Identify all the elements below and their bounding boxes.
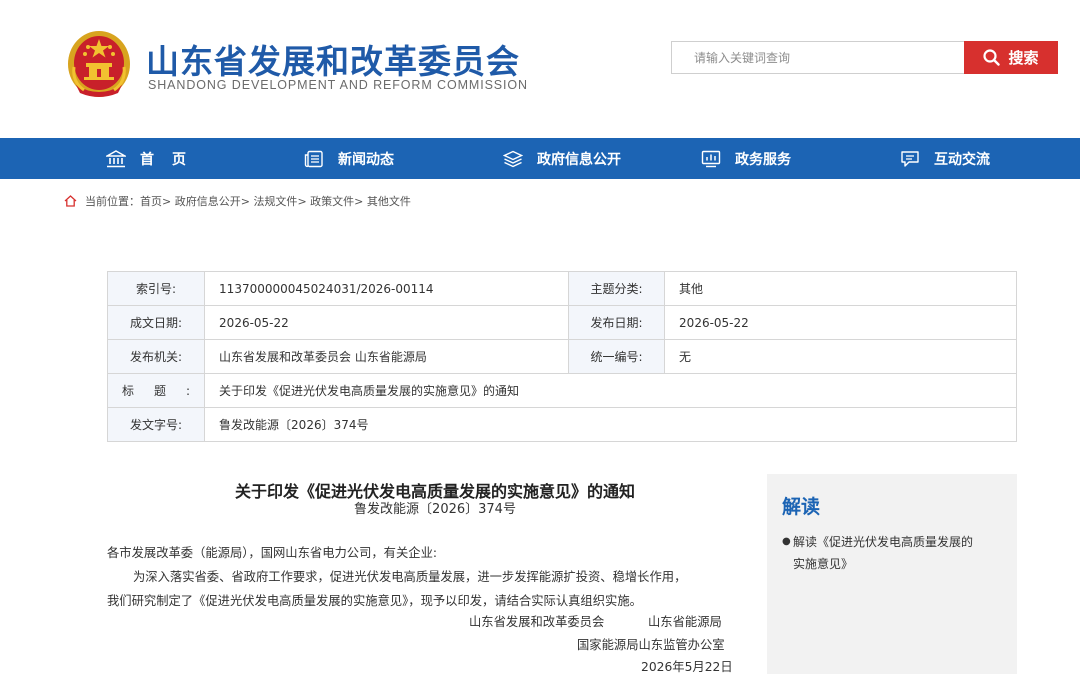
- site-subtitle: SHANDONG DEVELOPMENT AND REFORM COMMISSI…: [148, 78, 528, 92]
- sidebar-link-line2: 实施意见》: [793, 557, 854, 571]
- meta-value-title: 关于印发《促进光伏发电高质量发展的实施意见》的通知: [204, 373, 1017, 408]
- article-paragraph-line: 我们研究制定了《促进光伏发电高质量发展的实施意见》，现予以印发，请结合实际认真组…: [107, 594, 642, 608]
- nav-label-interaction: 互动交流: [934, 151, 990, 168]
- breadcrumb-prefix: 当前位置：: [85, 195, 140, 208]
- sidebar-title: 解读: [782, 496, 821, 518]
- table-row: 标题: 关于印发《促进光伏发电高质量发展的实施意见》的通知: [106, 373, 1017, 408]
- article-paragraph-line: 为深入落实省委、省政府工作要求，促进光伏发电高质量发展，进一步发挥能源扩投资、稳…: [133, 570, 687, 584]
- sidebar-link-text: 解读《促进光伏发电高质量发展的 实施意见》: [793, 531, 973, 575]
- breadcrumb-link-regulations[interactable]: 法规文件: [253, 193, 297, 209]
- article-salutation: 各市发展改革委（能源局），国网山东省电力公司，有关企业:: [107, 546, 438, 560]
- meta-value-published: 2026-05-22: [664, 305, 1017, 340]
- meta-value-serial: 无: [664, 339, 1017, 374]
- building-icon: [106, 149, 126, 167]
- meta-key-published: 发布日期:: [568, 305, 666, 340]
- nav-item-interaction[interactable]: 互动交流: [900, 138, 990, 179]
- article-doc-number: 鲁发改能源〔2026〕374号: [354, 502, 516, 517]
- document-meta-table: 索引号: 113700000045024031/2026-00114 主题分类:…: [106, 271, 1017, 442]
- meta-value-docno: 鲁发改能源〔2026〕374号: [204, 407, 1017, 442]
- table-row: 成文日期: 2026-05-22 发布日期: 2026-05-22: [106, 305, 1017, 340]
- meta-value-topic: 其他: [664, 271, 1017, 306]
- nav-item-news[interactable]: 新闻动态: [304, 138, 394, 179]
- nav-label-news: 新闻动态: [338, 151, 394, 168]
- nav-label-gov-info: 政府信息公开: [537, 151, 621, 168]
- breadcrumb: 当前位置： 首页 > 政府信息公开 > 法规文件 > 政策文件 > 其他文件: [64, 193, 411, 209]
- nav-label-services: 政务服务: [735, 151, 791, 168]
- table-row: 索引号: 113700000045024031/2026-00114 主题分类:…: [106, 271, 1017, 306]
- meta-value-created: 2026-05-22: [204, 305, 570, 340]
- breadcrumb-link-other[interactable]: 其他文件: [367, 193, 411, 209]
- search-icon: [983, 49, 1001, 66]
- meta-key-title-text: 标题:: [122, 384, 211, 398]
- nav-item-home[interactable]: 首页: [106, 138, 204, 179]
- monitor-icon: [701, 150, 721, 167]
- home-icon: [64, 195, 77, 207]
- meta-key-serial: 统一编号:: [568, 339, 666, 374]
- breadcrumb-link-home[interactable]: 首页: [140, 193, 162, 209]
- news-icon: [304, 150, 323, 167]
- nav-item-gov-info[interactable]: 政府信息公开: [503, 138, 621, 179]
- article-signer-nea: 国家能源局山东监管办公室: [577, 638, 725, 652]
- sidebar-link-line1: 解读《促进光伏发电高质量发展的: [793, 535, 974, 549]
- site-header: 山东省发展和改革委员会 SHANDONG DEVELOPMENT AND REF…: [0, 0, 1080, 138]
- meta-key-title: 标题:: [106, 373, 206, 408]
- article-signer-ndrc: 山东省发展和改革委员会: [469, 615, 605, 629]
- article-date: 2026年5月22日: [641, 660, 733, 674]
- search-input[interactable]: [672, 42, 964, 73]
- search-button-label: 搜索: [1008, 49, 1039, 67]
- layers-icon: [503, 150, 523, 167]
- table-row: 发布机关: 山东省发展和改革委员会 山东省能源局 统一编号: 无: [106, 339, 1017, 374]
- meta-key-issuer: 发布机关:: [106, 339, 206, 374]
- breadcrumb-link-policy[interactable]: 政策文件: [310, 193, 354, 209]
- meta-key-created: 成文日期:: [106, 305, 206, 340]
- chat-icon: [901, 150, 919, 167]
- meta-value-index: 113700000045024031/2026-00114: [204, 271, 570, 306]
- national-emblem-icon: [68, 31, 130, 97]
- meta-key-topic: 主题分类:: [568, 271, 666, 306]
- meta-key-docno: 发文字号:: [106, 407, 206, 442]
- site-title: 山东省发展和改革委员会: [146, 42, 520, 81]
- nav-item-services[interactable]: 政务服务: [701, 138, 791, 179]
- nav-label-home: 首页: [140, 151, 204, 168]
- sidebar-link-interpretation[interactable]: ● 解读《促进光伏发电高质量发展的 实施意见》: [782, 531, 1002, 575]
- search-box: [671, 41, 964, 74]
- breadcrumb-link-gov-info[interactable]: 政府信息公开: [175, 193, 241, 209]
- search-button[interactable]: 搜索: [964, 41, 1058, 74]
- meta-key-index: 索引号:: [106, 271, 206, 306]
- bullet-icon: ●: [782, 536, 791, 547]
- table-row: 发文字号: 鲁发改能源〔2026〕374号: [106, 407, 1017, 442]
- main-nav: 首页 新闻动态 政府信息公开 政务服务 互动交流: [0, 138, 1080, 179]
- article-signer-energy: 山东省能源局: [648, 615, 722, 629]
- interpretation-sidebar: 解读 ● 解读《促进光伏发电高质量发展的 实施意见》: [767, 474, 1017, 674]
- meta-value-issuer: 山东省发展和改革委员会 山东省能源局: [204, 339, 570, 374]
